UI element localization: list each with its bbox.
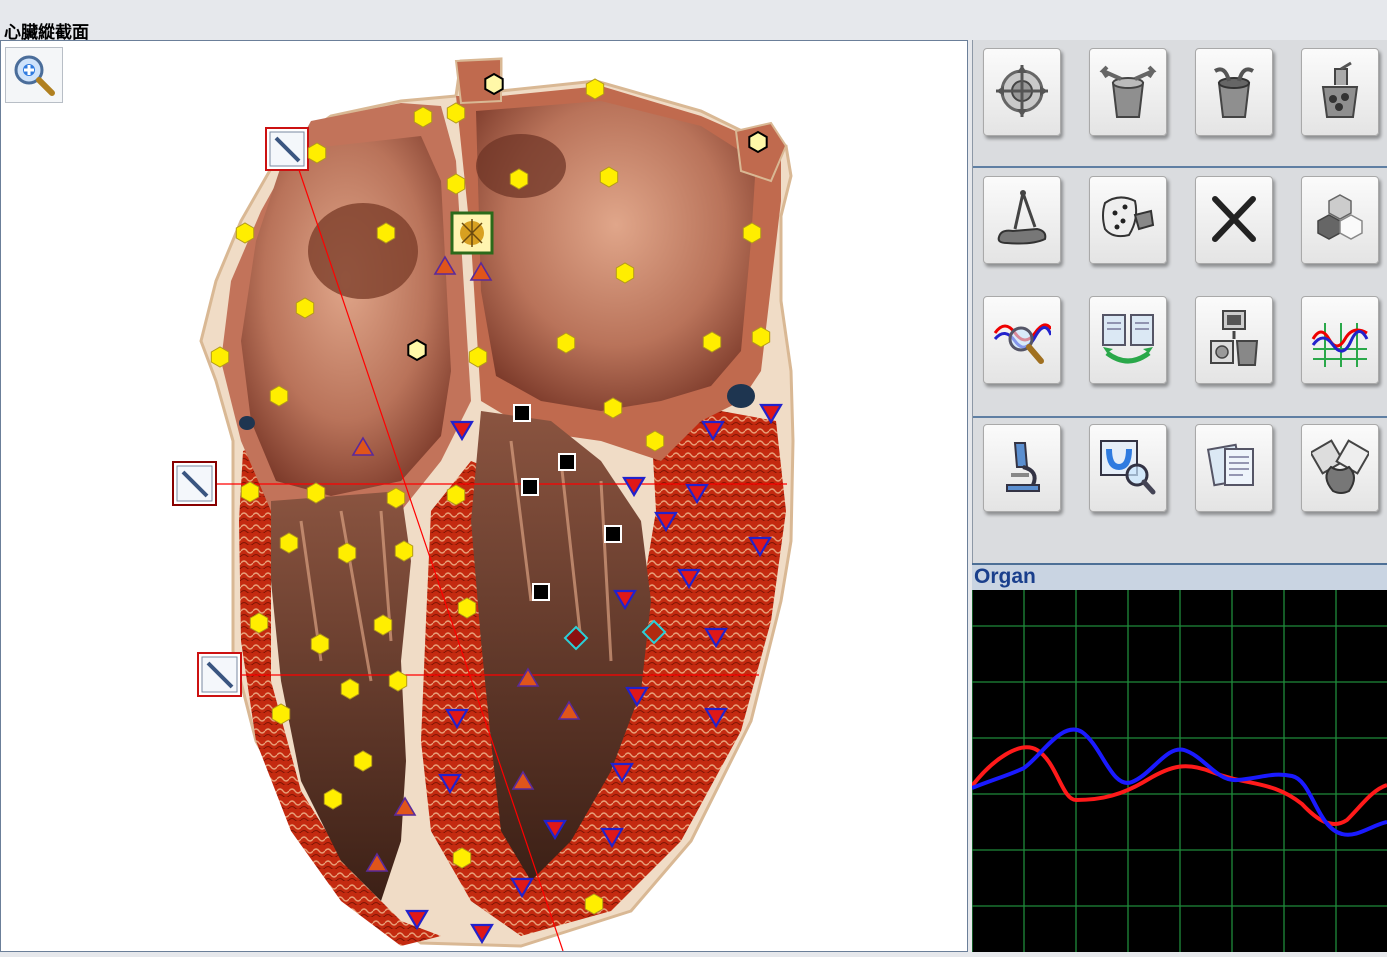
hexagon-marker[interactable] <box>452 847 472 869</box>
hexagon-marker[interactable] <box>748 130 768 154</box>
vessel-split-arrows-icon <box>1099 65 1157 118</box>
coronary-vessel <box>727 384 755 408</box>
hexagon-cluster-icon <box>1317 194 1363 240</box>
hexagon-marker[interactable] <box>413 106 433 128</box>
zoom-in-button[interactable] <box>5 47 63 103</box>
hexagon-marker[interactable] <box>599 166 619 188</box>
hexagon-marker[interactable] <box>645 430 665 452</box>
documents-icon <box>1206 443 1254 487</box>
tool-button-device-transfer[interactable] <box>1195 296 1273 384</box>
tool-button-delete[interactable] <box>1195 176 1273 264</box>
hexagon-marker[interactable] <box>615 262 635 284</box>
tool-button-region-point[interactable] <box>1089 176 1167 264</box>
hexagon-marker[interactable] <box>240 481 260 503</box>
coronary-vessel-small <box>239 416 255 430</box>
target-crosshair-icon <box>996 65 1048 117</box>
square-marker[interactable] <box>521 478 539 496</box>
tool-button-vessel-drain[interactable] <box>1195 48 1273 136</box>
hexagon-marker[interactable] <box>279 532 299 554</box>
tool-button-wave-inspect[interactable] <box>983 296 1061 384</box>
hexagon-marker[interactable] <box>446 102 466 124</box>
tool-button-hex-cluster[interactable] <box>1301 176 1379 264</box>
tool-button-microscope[interactable] <box>983 424 1061 512</box>
tool-panel <box>972 40 1387 563</box>
organ-panel-label: Organ <box>974 565 1036 588</box>
cross-close-icon <box>1212 196 1256 242</box>
hexagon-marker[interactable] <box>235 222 255 244</box>
probe-marker-top[interactable] <box>265 127 309 171</box>
heart-section-canvas[interactable] <box>0 40 968 952</box>
wave-magnifier-icon <box>993 323 1051 364</box>
tool-button-documents[interactable] <box>1195 424 1273 512</box>
heart-diagram[interactable] <box>1 41 967 951</box>
vessel-drain-icon <box>1213 67 1255 118</box>
tool-button-foot-measure[interactable] <box>983 176 1061 264</box>
hexagon-marker[interactable] <box>337 542 357 564</box>
hexagon-marker[interactable] <box>702 331 722 353</box>
zoom-in-icon <box>14 55 55 96</box>
microscope-icon <box>1006 442 1040 492</box>
hexagon-marker[interactable] <box>373 614 393 636</box>
square-marker[interactable] <box>604 525 622 543</box>
tool-button-scan-inspect[interactable] <box>1089 424 1167 512</box>
hexagon-marker[interactable] <box>306 482 326 504</box>
multi-wave-chart-icon <box>1311 323 1369 367</box>
hexagon-marker[interactable] <box>269 385 289 407</box>
hexagon-marker[interactable] <box>742 222 762 244</box>
organ-panel-header: Organ <box>972 563 1387 590</box>
hexagon-marker[interactable] <box>484 72 504 96</box>
graph-grid <box>971 590 1387 952</box>
hexagon-marker[interactable] <box>249 612 269 634</box>
hexagon-marker[interactable] <box>295 297 315 319</box>
hexagon-marker[interactable] <box>446 484 466 506</box>
tool-button-target[interactable] <box>983 48 1061 136</box>
probe-marker-middle[interactable] <box>172 461 217 506</box>
hexagon-marker[interactable] <box>603 397 623 419</box>
region-point-hand-icon <box>1102 196 1155 238</box>
clipboard-exchange-icon <box>1102 314 1154 364</box>
tool-separator <box>973 416 1387 418</box>
hexagon-marker[interactable] <box>307 142 327 164</box>
hexagon-marker[interactable] <box>468 346 488 368</box>
square-marker[interactable] <box>513 404 531 422</box>
hexagon-marker[interactable] <box>340 678 360 700</box>
tool-button-vessel-cells[interactable] <box>1301 48 1379 136</box>
probe-marker-bottom[interactable] <box>197 652 242 697</box>
hexagon-marker[interactable] <box>585 78 605 100</box>
hexagon-marker[interactable] <box>386 487 406 509</box>
hexagon-marker[interactable] <box>394 540 414 562</box>
tool-button-clipboard-exchange[interactable] <box>1089 296 1167 384</box>
hexagon-marker[interactable] <box>323 788 343 810</box>
square-marker[interactable] <box>558 453 576 471</box>
square-marker[interactable] <box>532 583 550 601</box>
hexagon-marker[interactable] <box>271 703 291 725</box>
hexagon-marker[interactable] <box>310 633 330 655</box>
hexagon-marker[interactable] <box>457 597 477 619</box>
hexagon-marker[interactable] <box>584 893 604 915</box>
organ-wave-graph[interactable] <box>970 590 1387 952</box>
tool-separator <box>973 166 1387 168</box>
hexagon-marker[interactable] <box>556 332 576 354</box>
vessel-cells-icon <box>1321 61 1359 118</box>
tool-button-heart-view[interactable] <box>1301 424 1379 512</box>
hexagon-marker[interactable] <box>210 346 230 368</box>
hexagon-marker[interactable] <box>509 168 529 190</box>
hexagon-marker[interactable] <box>446 173 466 195</box>
organ-wave-chart <box>970 590 1387 952</box>
scan-magnifier-icon <box>1100 440 1156 495</box>
heart-organ-view-icon <box>1311 439 1369 494</box>
tool-button-multi-wave[interactable] <box>1301 296 1379 384</box>
hexagon-marker[interactable] <box>407 338 427 362</box>
foot-measure-compass-icon <box>997 190 1047 245</box>
hexagon-marker[interactable] <box>376 222 396 244</box>
device-transfer-icon <box>1210 310 1259 366</box>
hexagon-marker[interactable] <box>353 750 373 772</box>
hexagon-marker[interactable] <box>388 670 408 692</box>
tissue-sample-marker[interactable] <box>450 211 494 255</box>
coronary-sinus-opening <box>308 203 418 299</box>
hexagon-marker[interactable] <box>751 326 771 348</box>
tool-button-vessel-split[interactable] <box>1089 48 1167 136</box>
